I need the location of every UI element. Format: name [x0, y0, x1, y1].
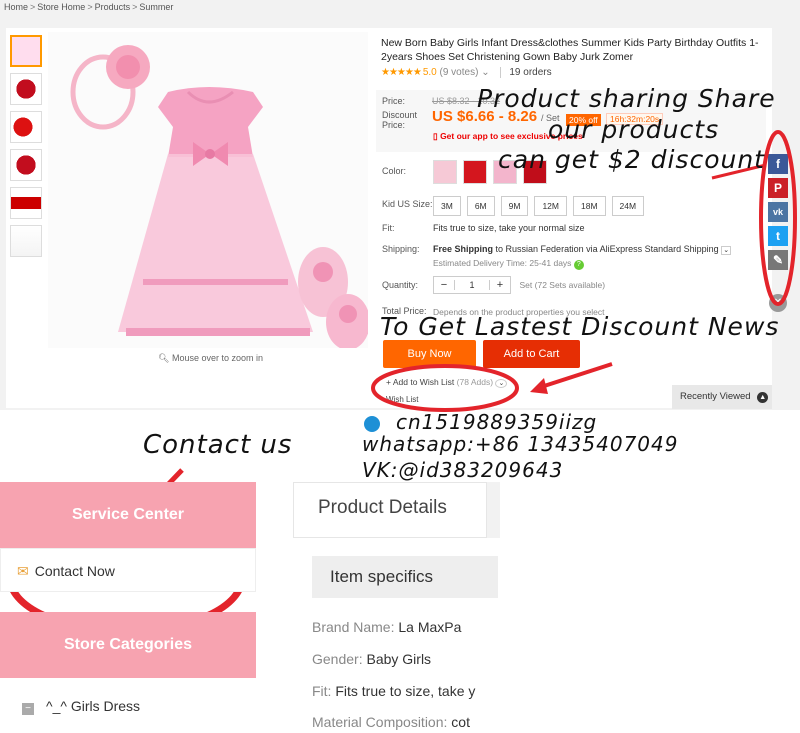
share-promo-line-1: Product sharing Share	[477, 84, 776, 113]
envelope-icon: ✉	[17, 563, 29, 579]
contact-now-button[interactable]: ✉ Contact Now	[0, 548, 256, 592]
skype-icon	[364, 415, 380, 432]
news-promo-text: To Get Lastest Discount News	[380, 312, 780, 341]
collapse-icon[interactable]: −	[22, 703, 34, 715]
contact-us-heading: Contact us	[143, 430, 293, 460]
service-center-banner: Service Center	[0, 482, 256, 548]
item-specifics-header: Item specifics	[312, 556, 498, 598]
spec-row-material: Material Composition: cot	[312, 714, 470, 730]
tab-product-details[interactable]: Product Details	[293, 482, 487, 538]
tab-divider	[487, 482, 500, 538]
whatsapp-contact: whatsapp:+86 13435407049	[362, 432, 679, 456]
wishlist-arrowhead	[530, 378, 548, 394]
skype-contact: cn1519889359iizg	[364, 410, 597, 434]
spec-row-fit: Fit: Fits true to size, take y	[312, 683, 476, 699]
store-sidebar: Service Center ✉ Contact Now Store Catego…	[0, 482, 258, 715]
category-item[interactable]: − ^_^ Girls Dress	[0, 698, 258, 715]
share-promo-line-3: can get $2 discount	[498, 145, 765, 174]
wishlist-highlight-circle	[371, 364, 519, 412]
wishlist-arrow-line	[537, 362, 613, 390]
vk-contact: VK:@id383209643	[362, 458, 564, 482]
spec-row-gender: Gender: Baby Girls	[312, 651, 432, 667]
store-categories-banner: Store Categories	[0, 612, 256, 678]
share-highlight-circle	[759, 130, 797, 306]
share-promo-line-2: our products	[548, 115, 720, 144]
spec-row-brand: Brand Name: La MaxPa	[312, 619, 462, 635]
